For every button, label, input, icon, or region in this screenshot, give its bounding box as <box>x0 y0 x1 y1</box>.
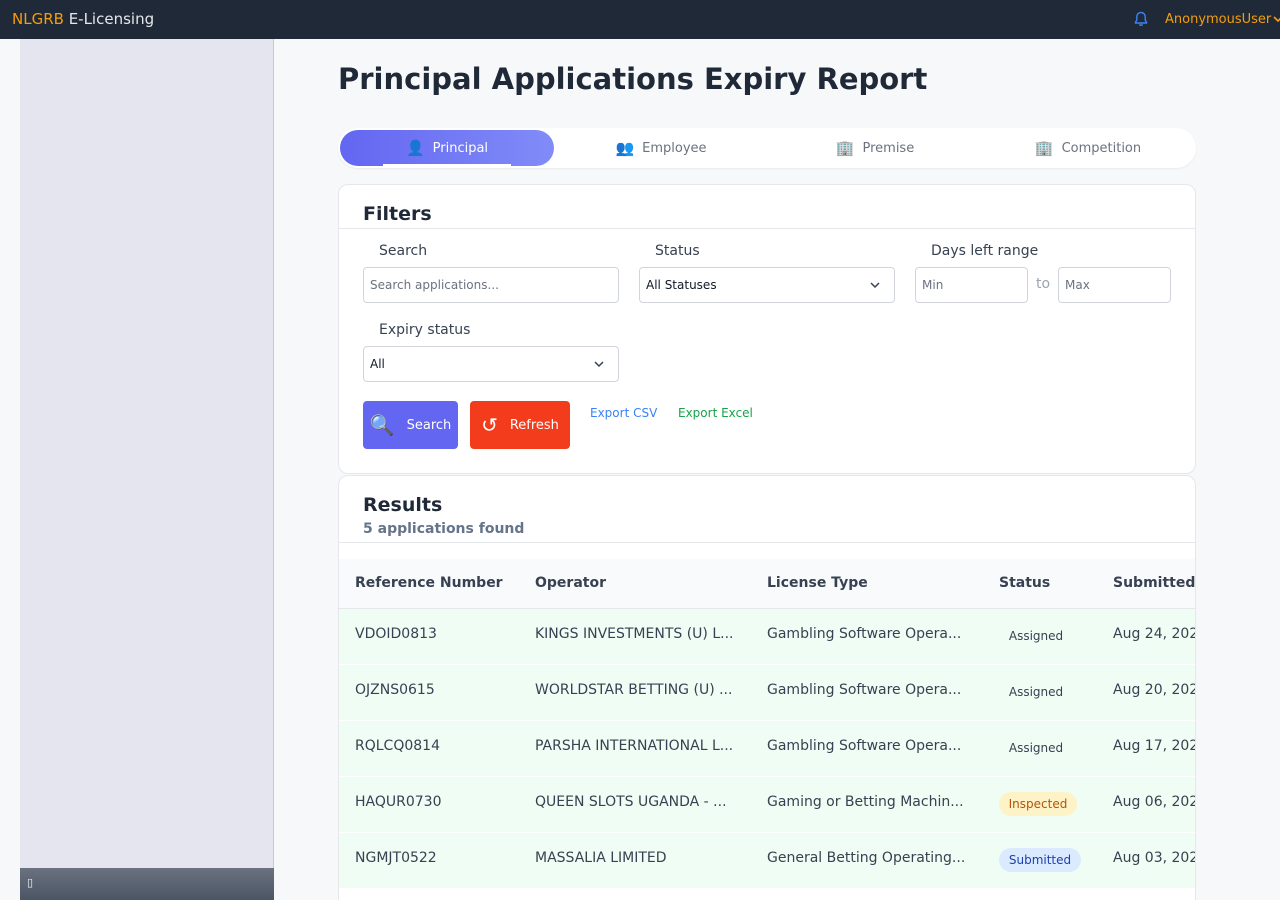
sidebar-footer: ▯ <box>20 868 274 900</box>
tab-label: Premise <box>862 140 915 156</box>
person-icon: 👤 <box>405 139 425 157</box>
cell-reference: RQLCQ0814 <box>355 738 440 754</box>
search-button-label: Search <box>406 417 452 433</box>
column-header-license-type[interactable]: License Type <box>767 575 868 591</box>
cell-reference: VDOID0813 <box>355 626 437 642</box>
filters-card: Filters Search Status All Statuses Days … <box>338 184 1196 474</box>
table-header: Reference Number Operator License Type S… <box>339 559 1195 609</box>
range-to-label: to <box>1036 276 1051 292</box>
cell-submitted: Aug 24, 202 <box>1113 626 1196 642</box>
magnifier-icon: 🔍 <box>369 413 395 437</box>
cell-license-type: Gambling Software Opera... <box>767 682 962 698</box>
status-badge: Assigned <box>1008 685 1064 699</box>
export-csv-link[interactable]: Export CSV <box>590 406 657 420</box>
building-icon: 🏢 <box>835 139 855 157</box>
cell-reference: OJZNS0615 <box>355 682 435 698</box>
cell-license-type: Gambling Software Opera... <box>767 626 962 642</box>
table-row[interactable]: RQLCQ0814 PARSHA INTERNATIONAL L... Gamb… <box>339 721 1196 777</box>
expiry-status-label: Expiry status <box>379 322 471 338</box>
search-button[interactable]: 🔍 Search <box>363 401 458 449</box>
tab-label: Competition <box>1061 140 1142 156</box>
cell-license-type: General Betting Operating... <box>767 850 966 866</box>
cell-operator: PARSHA INTERNATIONAL L... <box>535 738 734 754</box>
status-label: Status <box>655 243 700 259</box>
table-row[interactable]: OJZNS0615 WORLDSTAR BETTING (U) ... Gamb… <box>339 665 1196 721</box>
status-badge: Assigned <box>1008 741 1064 755</box>
tab-competition[interactable]: 🏢 Competition <box>982 130 1194 166</box>
people-icon: 👥 <box>615 139 635 157</box>
cell-license-type: Gambling Software Opera... <box>767 738 962 754</box>
days-max-input[interactable] <box>1058 267 1171 303</box>
column-header-status[interactable]: Status <box>999 575 1050 591</box>
refresh-button[interactable]: ↺ Refresh <box>470 401 570 449</box>
cell-operator: KINGS INVESTMENTS (U) L... <box>535 626 734 642</box>
results-count: 5 applications found <box>363 521 525 537</box>
tab-principal[interactable]: 👤 Principal <box>340 130 554 166</box>
brand-accent: NLGRB <box>12 10 64 28</box>
status-badge: Assigned <box>1008 629 1064 643</box>
days-min-input[interactable] <box>915 267 1028 303</box>
refresh-icon: ↺ <box>481 413 498 437</box>
cell-submitted: Aug 03, 202 <box>1113 850 1196 866</box>
expiry-select-value: All <box>370 357 385 371</box>
expiry-status-select[interactable]: All <box>363 346 619 382</box>
table-row[interactable]: NGMJT0522 MASSALIA LIMITED General Betti… <box>339 833 1196 889</box>
tab-label: Principal <box>432 140 489 156</box>
chevron-down-icon <box>870 282 880 289</box>
status-select-value: All Statuses <box>646 278 717 292</box>
cell-reference: HAQUR0730 <box>355 794 442 810</box>
results-divider <box>339 542 1195 543</box>
search-label: Search <box>379 243 428 259</box>
results-title: Results <box>363 494 443 516</box>
page-title: Principal Applications Expiry Report <box>338 62 928 96</box>
tab-label: Employee <box>642 140 707 156</box>
user-name: AnonymousUser <box>1165 12 1272 27</box>
user-menu[interactable]: AnonymousUser <box>1165 12 1280 27</box>
chevron-down-icon <box>1273 16 1280 23</box>
brand-name: E-Licensing <box>63 10 155 28</box>
cell-submitted: Aug 17, 202 <box>1113 738 1196 754</box>
status-select[interactable]: All Statuses <box>639 267 895 303</box>
filters-title: Filters <box>363 203 432 225</box>
top-navbar: NLGRB E-Licensing AnonymousUser <box>0 0 1280 39</box>
sidebar-toggle-icon[interactable]: ▯ <box>27 876 33 889</box>
bell-icon[interactable] <box>1133 11 1149 27</box>
cell-submitted: Aug 06, 202 <box>1113 794 1196 810</box>
sidebar <box>20 39 274 900</box>
table-row[interactable]: VDOID0813 KINGS INVESTMENTS (U) L... Gam… <box>339 609 1196 665</box>
days-range-label: Days left range <box>931 243 1039 259</box>
status-badge: Inspected <box>999 792 1077 816</box>
table-row[interactable]: HAQUR0730 QUEEN SLOTS UGANDA - ... Gamin… <box>339 777 1196 833</box>
cell-submitted: Aug 20, 202 <box>1113 682 1196 698</box>
cell-operator: QUEEN SLOTS UGANDA - ... <box>535 794 727 810</box>
cell-reference: NGMJT0522 <box>355 850 437 866</box>
cell-operator: WORLDSTAR BETTING (U) ... <box>535 682 733 698</box>
tab-premise[interactable]: 🏢 Premise <box>768 130 982 166</box>
column-header-reference[interactable]: Reference Number <box>355 575 503 591</box>
filters-divider <box>339 228 1195 229</box>
cell-operator: MASSALIA LIMITED <box>535 850 667 866</box>
column-header-operator[interactable]: Operator <box>535 575 606 591</box>
chevron-down-icon <box>594 361 604 368</box>
results-card: Results 5 applications found Reference N… <box>338 475 1196 900</box>
refresh-button-label: Refresh <box>509 417 559 433</box>
export-excel-link[interactable]: Export Excel <box>678 406 753 420</box>
tab-employee[interactable]: 👥 Employee <box>554 130 768 166</box>
search-input[interactable] <box>363 267 619 303</box>
brand-logo[interactable]: NLGRB E-Licensing <box>12 10 154 28</box>
report-tabs: 👤 Principal 👥 Employee 🏢 Premise 🏢 Compe… <box>338 128 1196 168</box>
column-header-submitted[interactable]: Submitted <box>1113 575 1195 591</box>
cell-license-type: Gaming or Betting Machin... <box>767 794 964 810</box>
building-icon: 🏢 <box>1034 139 1054 157</box>
status-badge: Submitted <box>999 848 1081 872</box>
active-tab-indicator <box>383 164 511 166</box>
